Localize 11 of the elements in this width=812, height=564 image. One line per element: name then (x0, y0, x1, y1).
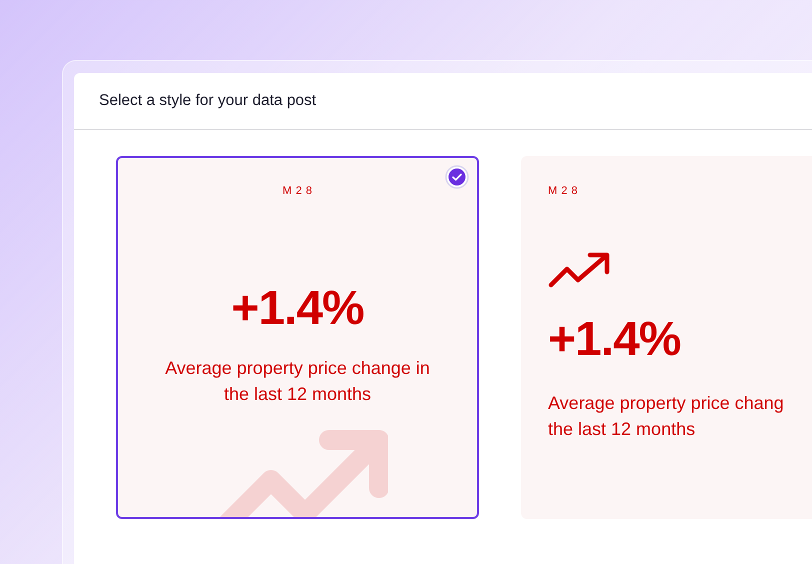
stat-value: +1.4% (548, 316, 682, 364)
panel-title: Select a style for your data post (99, 91, 316, 112)
style-option-card[interactable]: M 2 8 +1.4% Average property price chang the last 12 months (521, 156, 812, 519)
stat-description: Average property price chang the last 12 months (548, 392, 784, 441)
brand-logo-text: M 2 8 (282, 184, 312, 199)
stat-description: Average property price change in the last 12 months (165, 357, 430, 406)
trend-arrow-icon (548, 252, 610, 288)
stat-value: +1.4% (230, 285, 365, 333)
style-option-card[interactable]: M 2 8 +1.4% Average property price change in the last 12 months (116, 156, 479, 519)
checkmark-icon (445, 165, 469, 189)
brand-logo-text: M 2 8 (548, 184, 578, 199)
